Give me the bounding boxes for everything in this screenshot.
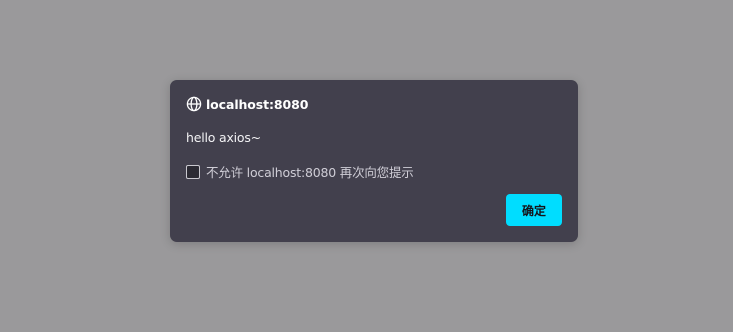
- suppress-prompts-checkbox[interactable]: [186, 164, 200, 179]
- globe-icon: [186, 96, 202, 112]
- suppress-prompts-label: 不允许 localhost:8080 再次向您提示: [206, 165, 414, 180]
- dialog-origin-text: localhost:8080: [206, 96, 309, 112]
- suppress-prompts-option[interactable]: 不允许 localhost:8080 再次向您提示: [186, 162, 414, 181]
- dialog-message: hello axios~: [186, 130, 261, 145]
- dialog-origin: localhost:8080: [186, 96, 308, 112]
- ok-button[interactable]: 确定: [506, 194, 562, 226]
- alert-dialog: localhost:8080 hello axios~ 不允许 localhos…: [170, 80, 578, 242]
